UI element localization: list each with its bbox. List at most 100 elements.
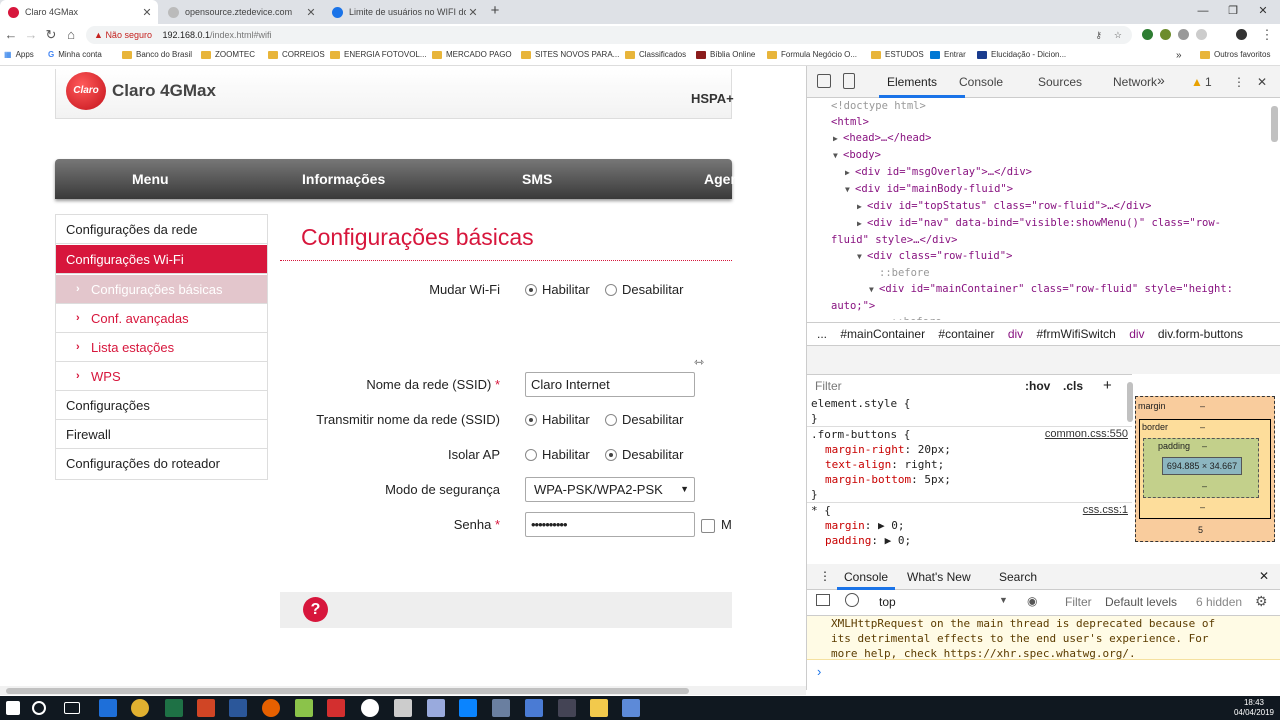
dom-node-row[interactable]: ▶ <div id="topStatus" class="row-fluid">…… <box>807 198 1280 215</box>
css-property[interactable]: margin-right: 20px; <box>807 442 1132 457</box>
radio-checked-icon[interactable] <box>605 449 617 461</box>
console-prompt[interactable]: › <box>817 664 821 679</box>
app-icon[interactable] <box>492 699 510 717</box>
horizontal-scrollbar[interactable] <box>0 686 806 695</box>
word-icon[interactable] <box>229 699 247 717</box>
tab-sources[interactable]: Sources <box>1038 75 1082 89</box>
menu-item-informacoes[interactable]: Informações <box>302 171 385 187</box>
close-icon[interactable]: ✕ <box>1259 569 1269 583</box>
breadcrumb-item[interactable]: #mainContainer <box>840 327 925 341</box>
breadcrumb-item[interactable]: div <box>1129 327 1144 341</box>
home-icon[interactable]: ⌂ <box>62 26 80 44</box>
source-link[interactable]: css.css:1 <box>1083 503 1128 518</box>
forward-icon[interactable]: → <box>22 26 40 44</box>
bookmark-item[interactable]: MERCADO PAGO <box>432 50 512 59</box>
menu-item-sms[interactable]: SMS <box>522 171 552 187</box>
device-toggle-icon[interactable] <box>843 73 855 89</box>
log-levels-select[interactable]: Default levels <box>1105 595 1177 609</box>
ssid-input[interactable]: Claro Internet <box>525 372 695 397</box>
context-selector[interactable]: top <box>879 595 896 609</box>
close-icon[interactable]: ✕ <box>1257 75 1267 89</box>
bookmark-item[interactable]: Bíblia Online <box>696 50 755 59</box>
radio-unchecked-icon[interactable] <box>605 414 617 426</box>
kebab-menu-icon[interactable]: ⋮ <box>1258 26 1276 44</box>
broadcast-enable-radio[interactable]: Habilitar <box>525 412 590 427</box>
clear-console-icon[interactable] <box>845 593 859 607</box>
drawer-tab-console[interactable]: Console <box>844 570 888 584</box>
bookmark-item[interactable]: Classificados <box>625 50 686 59</box>
source-link[interactable]: common.css:550 <box>1045 427 1128 442</box>
gear-icon[interactable]: ⚙ <box>1255 593 1268 610</box>
task-view-icon[interactable] <box>64 702 80 714</box>
key-icon[interactable]: ⚷ <box>1095 26 1102 44</box>
clock-app-icon[interactable] <box>361 699 379 717</box>
dom-node-row[interactable]: <!doctype html> <box>807 98 1280 114</box>
dom-node-row[interactable]: ▶ <div id="msgOverlay">…</div> <box>807 164 1280 181</box>
styles-filter-input[interactable]: Filter <box>815 375 842 397</box>
kebab-menu-icon[interactable]: ⋮ <box>1233 75 1245 89</box>
wifi-disable-radio[interactable]: Desabilitar <box>605 282 683 297</box>
security-mode-select[interactable]: WPA-PSK/WPA2-PSK ▼ <box>525 477 695 502</box>
more-tabs-icon[interactable]: » <box>1157 72 1165 88</box>
help-icon[interactable]: ? <box>303 597 328 622</box>
file-explorer-icon[interactable] <box>590 699 608 717</box>
close-icon[interactable]: ✕ <box>466 6 480 19</box>
form-buttons-rule[interactable]: .form-buttons { common.css:550 <box>807 427 1132 442</box>
sidebar-subitem-wps[interactable]: › WPS <box>56 362 267 391</box>
isolate-disable-radio[interactable]: Desabilitar <box>605 447 683 462</box>
chrome-icon[interactable] <box>131 699 149 717</box>
dom-node-row[interactable]: ▶ <div id="nav" data-bind="visible:showMe… <box>807 215 1280 232</box>
dom-node-row[interactable]: ▼ <body> <box>807 147 1280 164</box>
css-property[interactable]: margin-bottom: 5px; <box>807 472 1132 487</box>
breadcrumb-item[interactable]: #container <box>938 327 994 341</box>
app-icon[interactable] <box>427 699 445 717</box>
universal-rule[interactable]: * { css.css:1 <box>807 503 1132 518</box>
dom-node-row[interactable]: ::before <box>807 265 1280 281</box>
show-password-checkbox[interactable] <box>701 519 715 533</box>
breadcrumb-item[interactable]: ... <box>817 327 827 341</box>
profile-avatar[interactable] <box>1236 29 1247 40</box>
search-icon[interactable] <box>32 701 46 715</box>
extension-icon[interactable] <box>1160 29 1171 40</box>
sidebar-subitem-config-basicas[interactable]: › Configurações básicas <box>56 275 267 304</box>
inspect-icon[interactable] <box>817 74 831 88</box>
bookmark-item[interactable]: ENERGIA FOTOVOL... <box>330 50 427 59</box>
dom-node-row[interactable]: ▼ <div class="row-fluid"> <box>807 248 1280 265</box>
app-icon[interactable] <box>558 699 576 717</box>
app-icon[interactable] <box>327 699 345 717</box>
radio-checked-icon[interactable] <box>525 414 537 426</box>
bookmark-item[interactable]: G Minha conta <box>48 50 102 59</box>
sidebar-item-configuracoes[interactable]: Configurações <box>56 391 267 420</box>
expand-right-icon[interactable]: ▶ <box>857 216 867 232</box>
expand-right-icon[interactable]: ▶ <box>857 199 867 215</box>
reload-icon[interactable]: ↻ <box>42 26 60 44</box>
star-icon[interactable]: ☆ <box>1114 26 1122 44</box>
minimize-icon[interactable]: — <box>1188 2 1218 20</box>
breadcrumb-item[interactable]: div.form-buttons <box>1158 327 1243 341</box>
dom-node-row[interactable]: fluid" style>…</div> <box>807 232 1280 248</box>
bookmark-apps[interactable]: ▦ Apps <box>4 50 34 59</box>
expand-down-icon[interactable]: ▼ <box>869 282 879 298</box>
new-tab-button[interactable]: + <box>486 2 504 20</box>
drawer-tab-search[interactable]: Search <box>999 570 1037 584</box>
tab-claro[interactable]: Claro 4GMax ✕ <box>0 0 158 24</box>
tab-network[interactable]: Network <box>1113 75 1157 89</box>
expand-down-icon[interactable]: ▼ <box>845 182 855 198</box>
sidebar-item-firewall[interactable]: Firewall <box>56 420 267 449</box>
more-bookmarks-button[interactable]: » <box>1176 50 1182 61</box>
styles-scrollbar[interactable] <box>1127 382 1133 422</box>
expand-down-icon[interactable]: ▼ <box>833 148 843 164</box>
radio-unchecked-icon[interactable] <box>605 284 617 296</box>
sidebar-toggle-icon[interactable] <box>816 594 830 606</box>
sidebar-subitem-conf-avancadas[interactable]: › Conf. avançadas <box>56 304 267 333</box>
tab-limite[interactable]: Limite de usuários no WIFI do rot ✕ <box>324 0 484 24</box>
password-input[interactable]: •••••••••• <box>525 512 695 537</box>
drawer-tab-whats-new[interactable]: What's New <box>907 570 971 584</box>
other-bookmarks[interactable]: Outros favoritos <box>1200 50 1270 59</box>
menu-item-agenda[interactable]: Agen <box>704 171 739 187</box>
breadcrumb-item[interactable]: #frmWifiSwitch <box>1037 327 1116 341</box>
app-icon[interactable] <box>295 699 313 717</box>
expand-right-icon[interactable]: ▶ <box>833 131 843 147</box>
extension-icon[interactable] <box>1142 29 1153 40</box>
cls-toggle[interactable]: .cls <box>1063 375 1083 397</box>
